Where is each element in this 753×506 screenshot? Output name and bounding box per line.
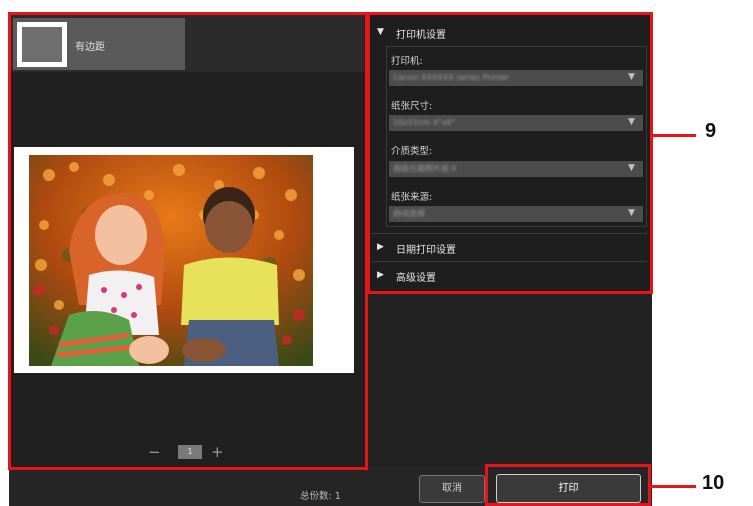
callout-line-9 bbox=[652, 134, 696, 137]
callout-number-10: 10 bbox=[702, 472, 725, 494]
callout-number-9: 9 bbox=[705, 120, 717, 142]
total-copies: 总份数: 1 bbox=[300, 491, 341, 502]
callout-box-print bbox=[485, 464, 651, 506]
callout-line-10 bbox=[651, 485, 696, 488]
callout-box-preview bbox=[8, 12, 368, 470]
callout-box-settings bbox=[367, 12, 653, 294]
cancel-button[interactable]: 取消 bbox=[419, 475, 485, 503]
